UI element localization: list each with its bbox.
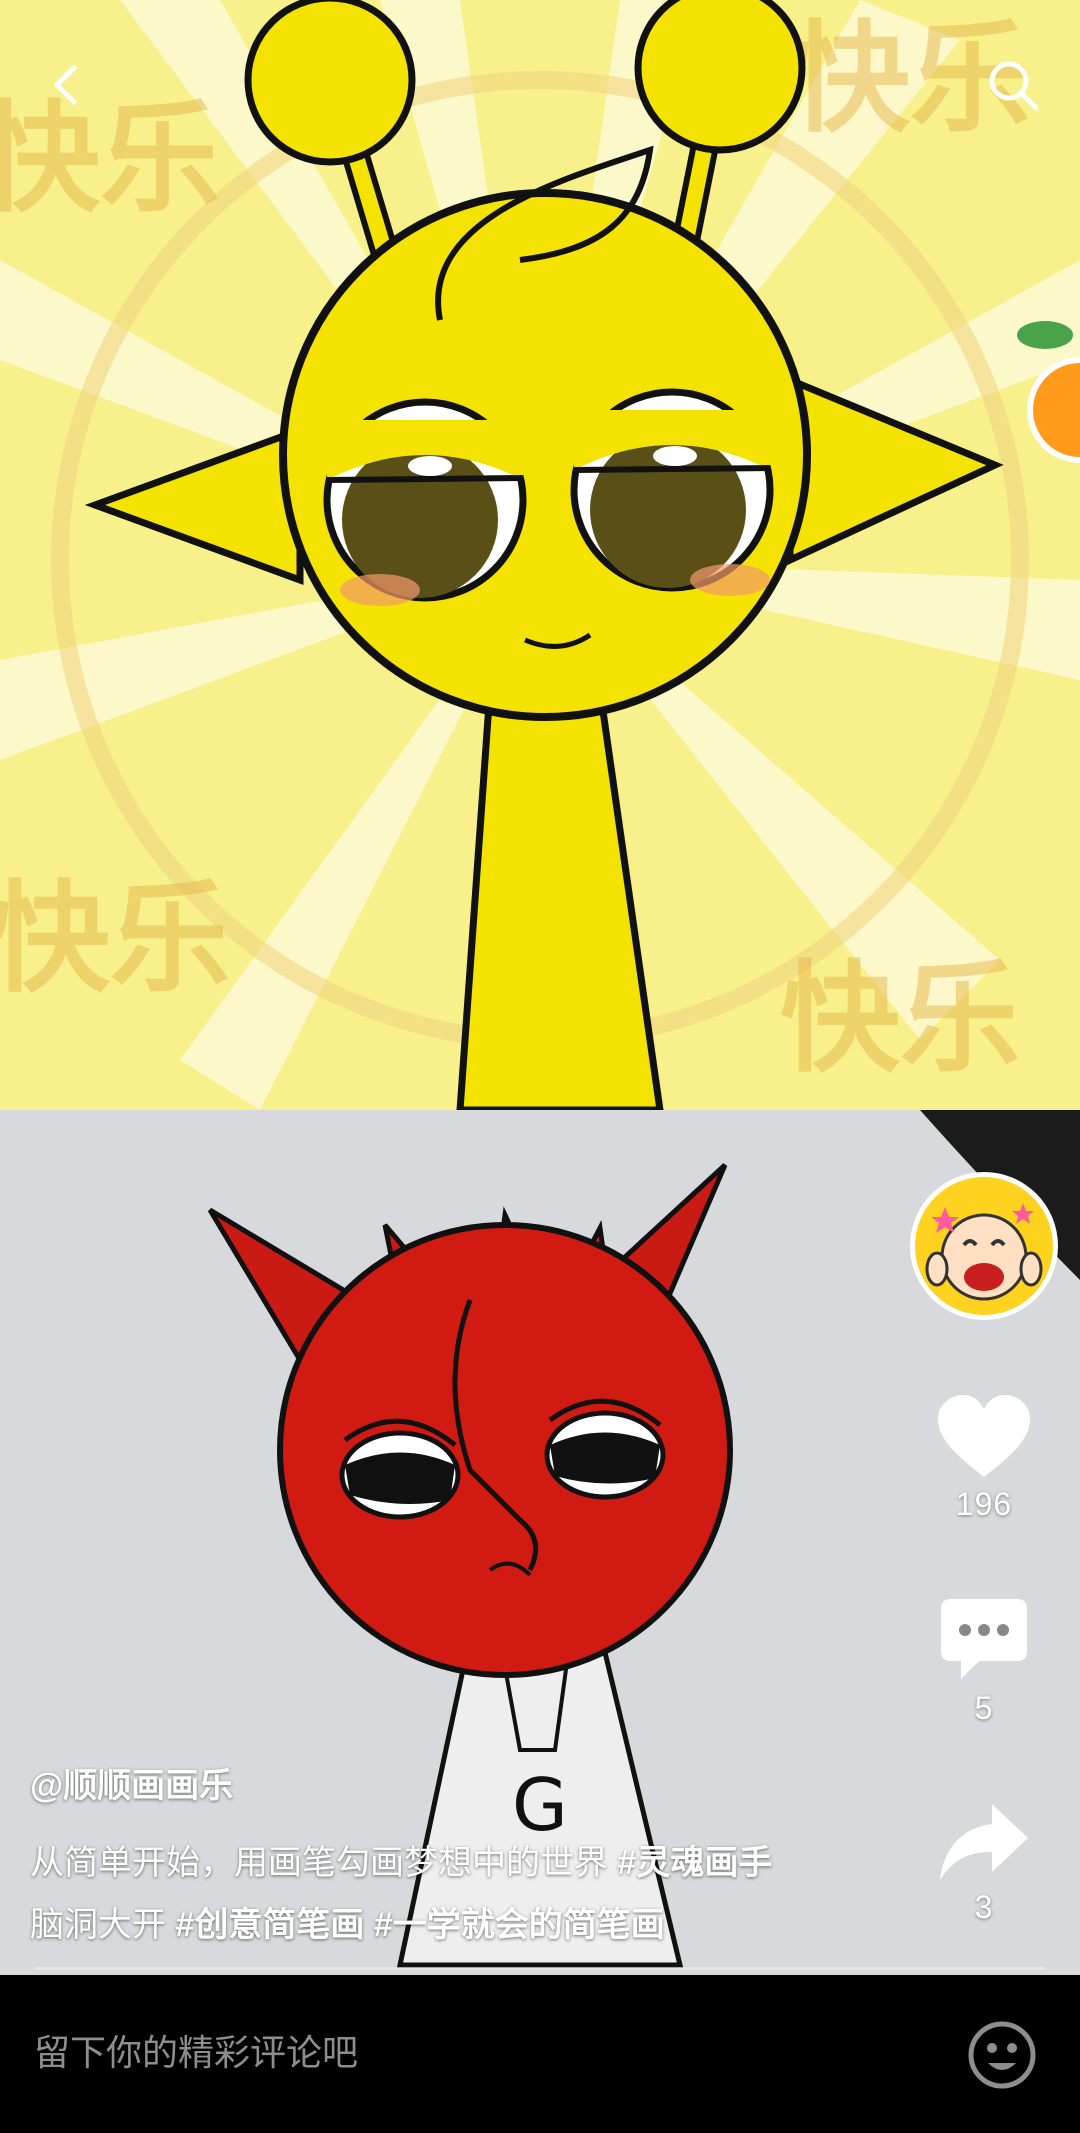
- emoji-icon: [968, 2021, 1036, 2089]
- search-button[interactable]: [968, 40, 1058, 130]
- avatar-image: [915, 1177, 1053, 1315]
- emoji-button[interactable]: [966, 2019, 1038, 2091]
- like-count: 196: [955, 1486, 1013, 1522]
- comment-input[interactable]: 留下你的精彩评论吧: [34, 2023, 934, 2083]
- like-button[interactable]: 196: [912, 1395, 1056, 1523]
- hashtag-link[interactable]: #一学就会的简笔画: [364, 1906, 665, 1944]
- share-count: 3: [974, 1889, 994, 1925]
- caption-text: 脑洞大开: [30, 1906, 176, 1944]
- video-caption: 从简单开始，用画笔勾画梦想中的世界 #灵魂画手 脑洞大开 #创意简笔画 #一学就…: [30, 1832, 880, 1956]
- search-icon: [989, 61, 1039, 111]
- hashtag-link[interactable]: #灵魂画手: [617, 1844, 772, 1882]
- share-button[interactable]: 3: [912, 1800, 1056, 1926]
- chevron-left-icon: [54, 65, 77, 105]
- caption-text: 从简单开始，用画笔勾画梦想中的世界: [30, 1844, 618, 1882]
- svg-text:快乐: 快乐: [0, 870, 230, 1009]
- back-button[interactable]: [22, 40, 112, 130]
- video-progress-bar[interactable]: [36, 1967, 1044, 1970]
- comment-icon: [941, 1599, 1027, 1679]
- comment-bar: 留下你的精彩评论吧: [0, 1975, 1080, 2133]
- author-name[interactable]: @顺顺画画乐: [30, 1758, 233, 1807]
- comment-count: 5: [974, 1690, 994, 1726]
- comment-button[interactable]: 5: [912, 1595, 1056, 1727]
- hashtag-link[interactable]: #创意简笔画: [175, 1906, 364, 1944]
- heart-icon: [938, 1395, 1030, 1477]
- author-avatar-button[interactable]: [910, 1172, 1058, 1320]
- avatar: [915, 1177, 1053, 1315]
- share-icon: [940, 1804, 1028, 1880]
- svg-text:快乐: 快乐: [780, 950, 1020, 1089]
